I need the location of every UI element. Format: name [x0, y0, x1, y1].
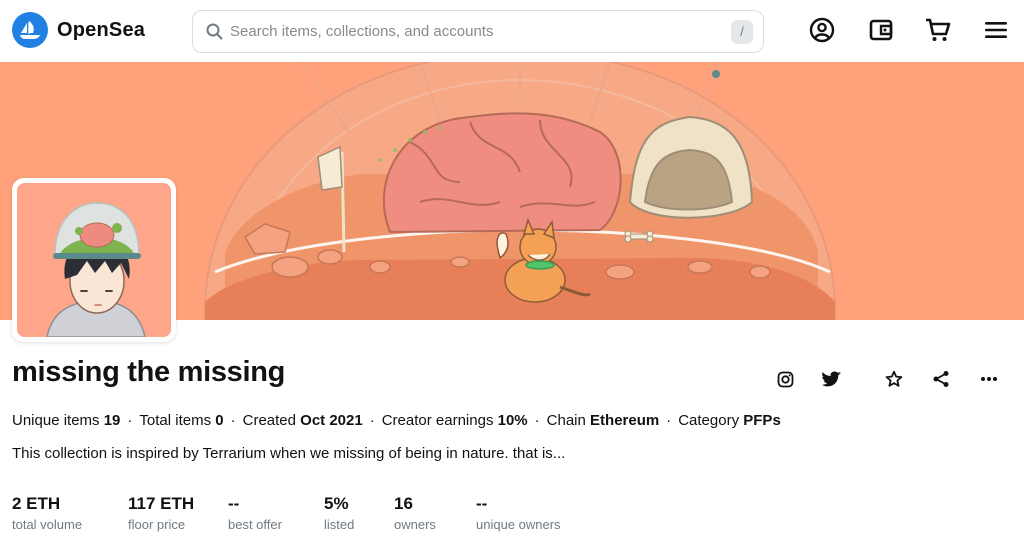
- stat-label: owners: [394, 517, 436, 532]
- search-shortcut-key: /: [731, 19, 753, 44]
- search-bar[interactable]: Search items, collections, and accounts …: [192, 10, 764, 53]
- stat-label: total volume: [12, 517, 83, 532]
- stat-value: 117 ETH: [128, 494, 195, 513]
- meta-chain: Chain Ethereum: [546, 412, 660, 429]
- stat-value: --: [228, 494, 240, 513]
- twitter-icon[interactable]: [818, 365, 846, 393]
- meta-separator: ·: [369, 412, 375, 429]
- collection-title: missing the missing: [12, 356, 286, 388]
- stat-value: 2 ETH: [12, 494, 61, 513]
- star-icon[interactable]: [880, 365, 908, 393]
- opensea-logo[interactable]: OpenSea: [12, 12, 145, 48]
- meta-creator-earnings[interactable]: Creator earnings 10%: [382, 412, 528, 429]
- stat-best-offer[interactable]: -- best offer: [228, 494, 282, 534]
- brand-name: OpenSea: [57, 18, 146, 41]
- stat-label: floor price: [128, 517, 186, 532]
- stat-owners[interactable]: 16 owners: [394, 494, 436, 534]
- meta-separator: ·: [666, 412, 672, 429]
- stat-label: best offer: [228, 517, 282, 532]
- stat-value: 5%: [324, 494, 349, 513]
- top-nav: OpenSea Search items, collections, and a…: [0, 0, 1024, 62]
- search-icon: [204, 22, 224, 42]
- menu-icon[interactable]: [981, 15, 1011, 45]
- more-icon[interactable]: [975, 365, 1003, 393]
- stat-floor-price[interactable]: 117 ETH floor price: [128, 494, 194, 534]
- stat-listed[interactable]: 5% listed: [324, 494, 354, 534]
- search-input[interactable]: Search items, collections, and accounts: [230, 23, 731, 40]
- meta-unique-items: Unique items 19: [12, 412, 121, 429]
- wallet-icon[interactable]: [866, 15, 896, 45]
- cart-icon[interactable]: [923, 15, 953, 45]
- collection-meta: Unique items 19 · Total items 0 · Create…: [12, 412, 781, 429]
- instagram-icon[interactable]: [771, 365, 799, 393]
- stat-label: listed: [324, 517, 355, 532]
- stat-unique-owners[interactable]: -- unique owners: [476, 494, 561, 534]
- meta-separator: ·: [127, 412, 133, 429]
- opensea-logo-icon: [12, 12, 48, 48]
- collection-description[interactable]: This collection is inspired by Terrarium…: [12, 445, 565, 462]
- meta-separator: ·: [534, 412, 540, 429]
- share-icon[interactable]: [927, 365, 955, 393]
- meta-created: Created Oct 2021: [242, 412, 363, 429]
- meta-separator: ·: [230, 412, 236, 429]
- stat-label: unique owners: [476, 517, 561, 532]
- meta-category[interactable]: Category PFPs: [678, 412, 781, 429]
- stat-value: --: [476, 494, 488, 513]
- stat-total-volume[interactable]: 2 ETH total volume: [12, 494, 82, 534]
- profile-icon[interactable]: [807, 15, 837, 45]
- stat-value: 16: [394, 494, 413, 513]
- meta-total-items: Total items 0: [139, 412, 224, 429]
- collection-avatar[interactable]: [12, 178, 176, 342]
- avatar-illustration: [17, 183, 171, 337]
